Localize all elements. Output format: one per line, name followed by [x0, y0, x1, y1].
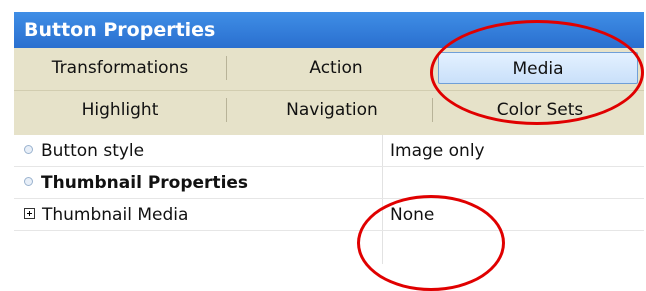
- tab-separator: [226, 98, 227, 122]
- tab-separator: [432, 98, 433, 122]
- property-row-button-style[interactable]: Button style Image only: [14, 135, 644, 167]
- button-properties-panel: Button Properties Transformations Action…: [14, 12, 644, 264]
- tab-strip: Transformations Action Media Highlight N…: [14, 48, 644, 136]
- property-section-thumbnail: Thumbnail Properties: [14, 167, 644, 199]
- tab-separator: [226, 56, 227, 80]
- expand-plus-icon[interactable]: [24, 207, 35, 219]
- property-value[interactable]: Image only: [390, 135, 485, 167]
- bullet-icon: [24, 176, 33, 186]
- tab-row-divider: [14, 90, 644, 91]
- tab-navigation[interactable]: Navigation: [232, 94, 432, 126]
- bullet-icon: [24, 144, 33, 154]
- tab-action[interactable]: Action: [236, 52, 436, 84]
- tab-transformations[interactable]: Transformations: [20, 52, 220, 84]
- panel-title: Button Properties: [14, 12, 644, 48]
- property-name: Thumbnail Media: [42, 205, 189, 225]
- property-grid: Button style Image only Thumbnail Proper…: [14, 135, 644, 264]
- tab-media[interactable]: Media: [438, 52, 638, 84]
- tab-highlight[interactable]: Highlight: [20, 94, 220, 126]
- section-title: Thumbnail Properties: [41, 173, 249, 193]
- property-name: Button style: [41, 141, 145, 161]
- property-value[interactable]: None: [390, 199, 434, 231]
- tab-color-sets[interactable]: Color Sets: [440, 94, 640, 126]
- property-row-thumbnail-media[interactable]: Thumbnail Media None: [14, 199, 644, 231]
